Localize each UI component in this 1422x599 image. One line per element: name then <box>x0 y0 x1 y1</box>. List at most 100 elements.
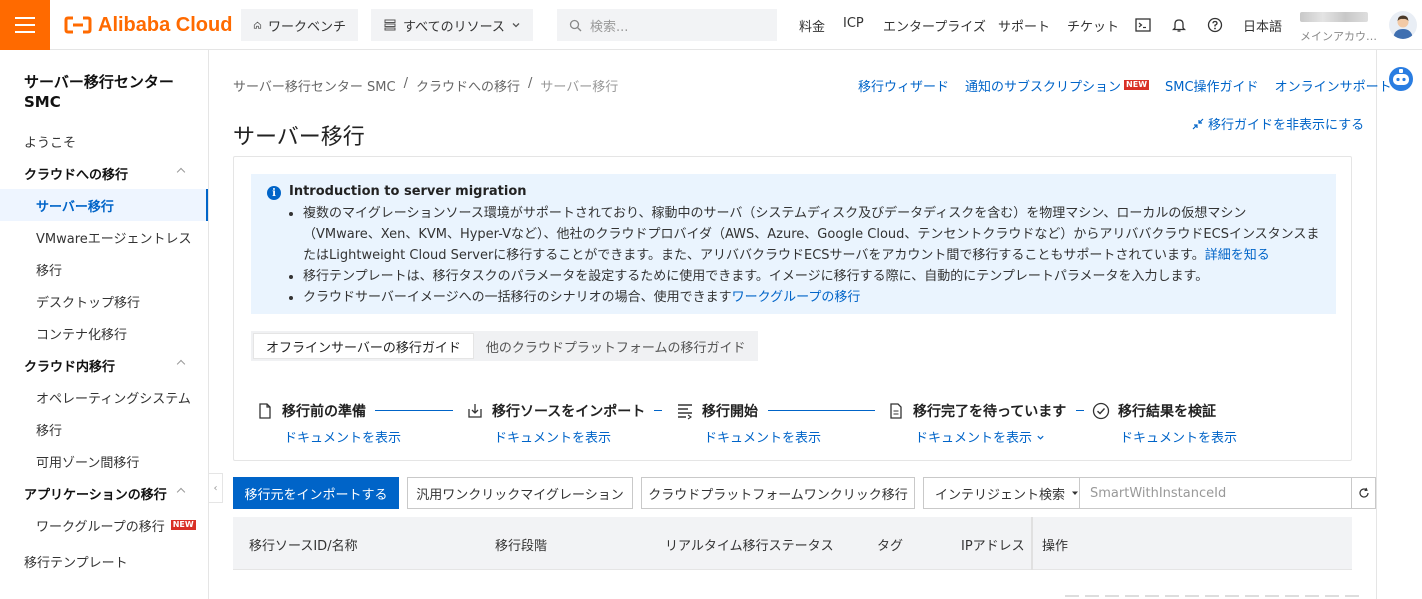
import-icon <box>468 404 482 418</box>
view-docs-link[interactable]: ドキュメントを表示 <box>494 427 611 446</box>
sidebar-item-label: サーバー移行 <box>36 199 114 215</box>
avatar[interactable] <box>1389 11 1417 39</box>
home-icon <box>253 21 262 29</box>
search-type-dropdown[interactable]: インテリジェント検索 <box>924 478 1080 508</box>
view-docs-link[interactable]: ドキュメントを表示 <box>704 427 821 446</box>
help-icon[interactable] <box>1206 16 1224 34</box>
bell-icon[interactable] <box>1170 16 1188 34</box>
assistant-robot-icon[interactable] <box>1388 66 1414 92</box>
guide-tabs: オフラインサーバーの移行ガイド 他のクラウドプラットフォームの移行ガイド <box>251 331 758 361</box>
view-docs-link[interactable]: ドキュメントを表示 <box>1120 427 1237 446</box>
sidebar-item-workgroup-migration[interactable]: ワークグループの移行 NEW <box>0 509 208 541</box>
workgroup-migration-link[interactable]: ワークグループの移行 <box>732 290 861 305</box>
cloud-one-click-migration-button[interactable]: クラウドプラットフォームワンクリック移行 <box>641 477 915 509</box>
alibaba-logo-icon <box>64 16 92 34</box>
support-link[interactable]: サポート <box>998 16 1050 35</box>
table-header: 移行ソースID/名称 移行段階 リアルタイム移行ステータス タグ IPアドレス … <box>233 517 1352 570</box>
icp-link[interactable]: ICP <box>843 16 864 31</box>
alibaba-cloud-logo[interactable]: Alibaba Cloud <box>64 13 232 37</box>
pricing-link[interactable]: 料金 <box>799 16 825 35</box>
enterprise-link[interactable]: エンタープライズ <box>883 16 986 35</box>
sidebar-item-operating-system[interactable]: オペレーティングシステム <box>0 381 208 413</box>
subscription-link-wrap: 通知のサブスクリプション NEW <box>965 76 1150 95</box>
sidebar-item-welcome[interactable]: ようこそ <box>0 125 208 157</box>
sidebar-group-app-migration[interactable]: アプリケーションの移行 <box>0 477 208 509</box>
sidebar-group-label: クラウドへの移行 <box>24 167 129 183</box>
view-docs-link[interactable]: ドキュメントを表示 <box>284 427 401 446</box>
right-rail <box>1376 50 1422 599</box>
chevron-up-icon <box>176 359 186 369</box>
sidebar-group-intra-cloud[interactable]: クラウド内移行 <box>0 349 208 381</box>
smc-guide-link[interactable]: SMC操作ガイド <box>1165 76 1259 95</box>
info-icon: i <box>267 186 281 200</box>
terminal-icon[interactable] <box>1134 16 1152 34</box>
workbench-label: ワークベンチ <box>267 19 346 35</box>
breadcrumb-smc[interactable]: サーバー移行センター SMC <box>233 76 396 95</box>
file-text-icon <box>890 403 902 419</box>
sidebar-item-label: デスクトップ移行 <box>36 295 141 311</box>
tab-other-cloud-guide[interactable]: 他のクラウドプラットフォームの移行ガイド <box>474 331 758 361</box>
menu-icon[interactable] <box>0 0 50 50</box>
intro-panel: i Introduction to server migration 複数のマイ… <box>251 174 1336 314</box>
notification-subscription-link[interactable]: 通知のサブスクリプション <box>965 80 1121 95</box>
step-connector <box>1076 410 1084 411</box>
logo-text: Alibaba Cloud <box>98 13 233 36</box>
sidebar-item-desktop-migration[interactable]: デスクトップ移行 <box>0 285 208 317</box>
step-start-migration: 移行開始 ドキュメントを表示 <box>676 401 821 446</box>
breadcrumb-separator: / <box>403 76 408 91</box>
step-connector <box>654 410 662 411</box>
table-search-input[interactable]: SmartWithInstanceId <box>1080 486 1226 501</box>
account-name-redacted <box>1300 12 1368 22</box>
sidebar-item-migration[interactable]: 移行 <box>0 253 208 285</box>
column-header-realtime-status: リアルタイム移行ステータス <box>665 539 834 554</box>
account-info[interactable]: メインアカウ… <box>1300 10 1380 44</box>
sidebar-item-label: 移行テンプレート <box>24 555 128 571</box>
intro-text: クラウドサーバーイメージへの一括移行のシナリオの場合、使用できます <box>303 290 732 305</box>
page-header-links: 移行ウィザード 通知のサブスクリプション NEW SMC操作ガイド オンラインサポ… <box>858 76 1392 95</box>
chevron-down-icon <box>512 23 520 28</box>
refresh-button[interactable] <box>1351 477 1376 509</box>
view-docs-dropdown[interactable]: ドキュメントを表示 <box>915 427 1045 446</box>
breadcrumb-cloud-migration[interactable]: クラウドへの移行 <box>416 76 520 95</box>
step-import-source: 移行ソースをインポート ドキュメントを表示 <box>466 401 645 446</box>
view-docs-label: ドキュメントを表示 <box>915 431 1033 446</box>
intro-title: Introduction to server migration <box>289 184 527 199</box>
sidebar-collapse-button[interactable]: ‹ <box>209 473 223 503</box>
step-connector <box>768 410 875 411</box>
language-switch[interactable]: 日本語 <box>1243 16 1282 35</box>
import-source-button[interactable]: 移行元をインポートする <box>233 477 399 509</box>
column-header-ip-address: IPアドレス <box>961 539 1025 554</box>
caret-down-icon <box>1072 491 1079 495</box>
sidebar-group-cloud-migration[interactable]: クラウドへの移行 <box>0 157 208 189</box>
sidebar-item-label: ワークグループの移行 <box>36 519 165 535</box>
refresh-icon <box>1358 487 1369 498</box>
all-resources-dropdown[interactable]: すべてのリソース <box>371 9 533 41</box>
column-header-actions: 操作 <box>1042 539 1069 554</box>
sidebar-item-container-migration[interactable]: コンテナ化移行 <box>0 317 208 349</box>
migration-guide-card: i Introduction to server migration 複数のマイ… <box>233 156 1352 461</box>
online-support-link[interactable]: オンラインサポート <box>1275 76 1392 95</box>
global-search-input[interactable]: 検索... <box>557 9 777 41</box>
sidebar-item-server-migration[interactable]: サーバー移行 <box>0 189 208 221</box>
chevron-left-icon: ‹ <box>213 482 218 494</box>
column-header-stage: 移行段階 <box>495 539 548 554</box>
sidebar-item-vmware-agentless[interactable]: VMwareエージェントレス <box>0 221 208 253</box>
sidebar-item-os-migration[interactable]: 移行 <box>0 413 208 445</box>
one-click-migration-button[interactable]: 汎用ワンクリックマイグレーション <box>407 477 633 509</box>
learn-more-link[interactable]: 詳細を知る <box>1205 248 1270 263</box>
ticket-link[interactable]: チケット <box>1067 16 1119 35</box>
hide-guide-link[interactable]: 移行ガイドを非表示にする <box>1192 114 1364 133</box>
intro-bullet: 複数のマイグレーションソース環境がサポートされており、稼動中のサーバ（システムデ… <box>303 203 1320 266</box>
sidebar-item-cross-zone-migration[interactable]: 可用ゾーン間移行 <box>0 445 208 477</box>
sidebar-item-label: コンテナ化移行 <box>36 327 128 343</box>
sidebar-item-migration-template[interactable]: 移行テンプレート <box>0 545 208 577</box>
list-icon <box>384 19 396 31</box>
sidebar-group-label: アプリケーションの移行 <box>24 487 167 503</box>
workbench-button[interactable]: ワークベンチ <box>241 9 358 41</box>
table-search-group: インテリジェント検索 SmartWithInstanceId <box>923 477 1352 509</box>
migration-wizard-link[interactable]: 移行ウィザード <box>858 76 949 95</box>
intro-bullet: 移行テンプレートは、移行タスクのパラメータを設定するために使用できます。イメージ… <box>303 266 1320 287</box>
top-navigation-bar: Alibaba Cloud ワークベンチ すべてのリソース 検索... 料金 I… <box>0 0 1422 50</box>
chevron-down-icon <box>1037 435 1044 440</box>
tab-offline-server-guide[interactable]: オフラインサーバーの移行ガイド <box>253 333 474 359</box>
